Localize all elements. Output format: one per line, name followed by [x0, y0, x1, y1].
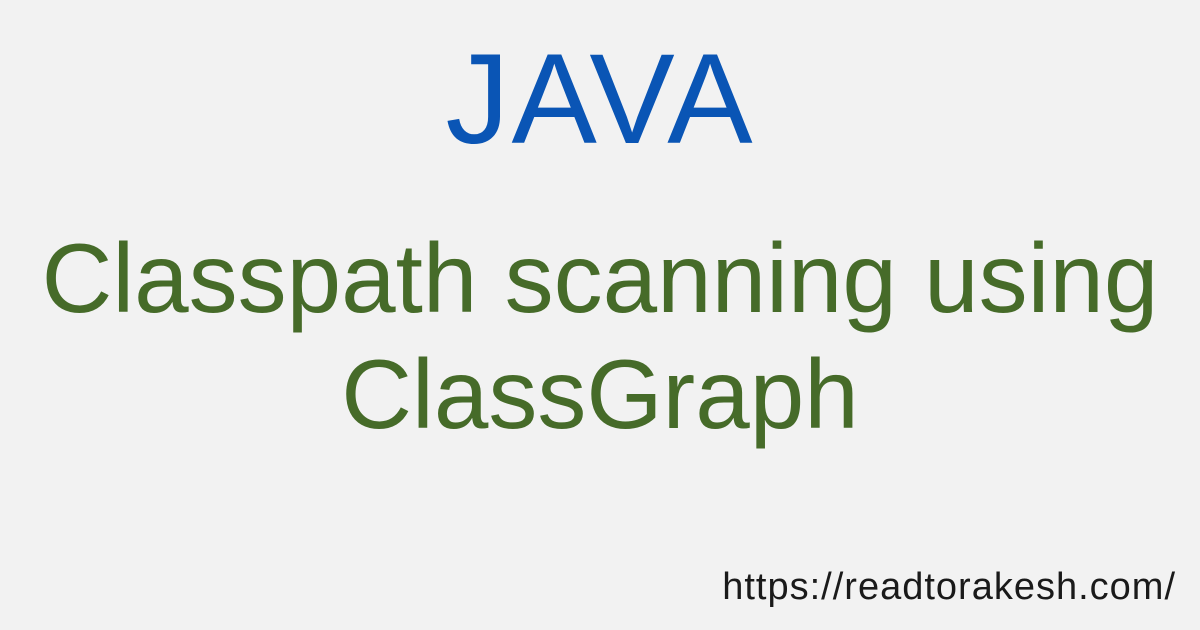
site-url: https://readtorakesh.com/ [722, 566, 1176, 608]
category-heading: JAVA [445, 28, 755, 171]
title-line-2: ClassGraph [341, 339, 859, 449]
article-title: Classpath scanning using ClassGraph [0, 220, 1200, 452]
title-line-1: Classpath scanning using [41, 223, 1159, 333]
